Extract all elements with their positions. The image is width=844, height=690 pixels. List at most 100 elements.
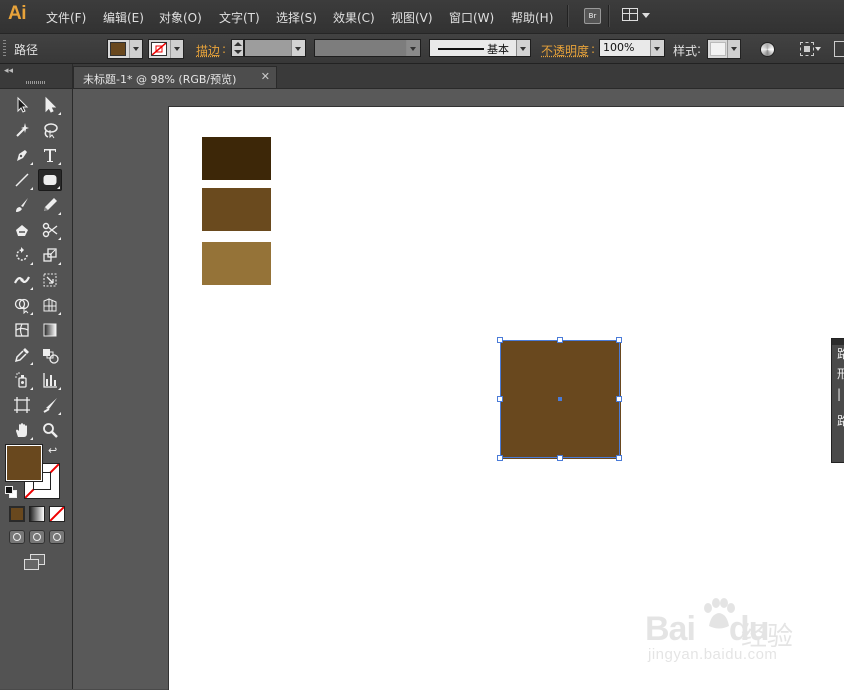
- align-to-selection-icon[interactable]: [800, 42, 814, 56]
- gradient-mode-button[interactable]: [29, 506, 45, 522]
- free-transform-tool[interactable]: [38, 269, 62, 291]
- stroke-weight-field[interactable]: [244, 39, 306, 57]
- dropdown-arrow: [291, 40, 305, 56]
- symbol-sprayer-tool[interactable]: [10, 369, 34, 391]
- collapsed-panel-dock[interactable]: 路 形 | 路: [831, 338, 844, 463]
- stroke-color-dropdown[interactable]: [148, 39, 184, 59]
- submenu-indicator: [30, 287, 33, 290]
- blob-brush-tool[interactable]: [10, 219, 34, 241]
- resize-handle-bottom-right[interactable]: [616, 455, 622, 461]
- menu-view[interactable]: 视图(V): [391, 9, 433, 26]
- panel-grip[interactable]: [3, 40, 6, 58]
- type-tool[interactable]: [38, 144, 62, 166]
- pen-nib-icon: [17, 150, 27, 161]
- dropdown-arrow: [129, 40, 142, 58]
- graphic-style-dropdown[interactable]: [707, 39, 741, 59]
- menu-effect[interactable]: 效果(C): [333, 9, 375, 26]
- selection-tool[interactable]: [10, 94, 34, 116]
- swatch-medium-brown[interactable]: [202, 188, 271, 231]
- menu-object[interactable]: 对象(O): [159, 9, 202, 26]
- stepper-down-icon: [234, 50, 242, 54]
- draw-inside-icon: [53, 533, 61, 541]
- watermark-url: jingyan.baidu.com: [648, 646, 778, 663]
- hand-tool[interactable]: [10, 419, 34, 441]
- resize-handle-bottom-left[interactable]: [497, 455, 503, 461]
- resize-handle-bottom[interactable]: [557, 455, 563, 461]
- submenu-indicator: [58, 162, 61, 165]
- gradient-tool[interactable]: [38, 319, 62, 341]
- fill-color-swatch: [110, 42, 126, 56]
- lasso-tool[interactable]: [38, 119, 62, 141]
- width-tool[interactable]: [10, 269, 34, 291]
- menu-file[interactable]: 文件(F): [46, 9, 86, 26]
- menu-type[interactable]: 文字(T): [219, 9, 260, 26]
- column-graph-tool[interactable]: [38, 369, 62, 391]
- magic-wand-tool[interactable]: [10, 119, 34, 141]
- menu-window[interactable]: 窗口(W): [449, 9, 494, 26]
- document-tab[interactable]: 未标题-1* @ 98% (RGB/预览) ✕: [73, 66, 277, 88]
- magnifier-icon: [43, 423, 58, 438]
- chevron-down-icon: [654, 47, 660, 51]
- none-slash-icon: [152, 43, 166, 55]
- swatch-dark-brown[interactable]: [202, 137, 271, 180]
- menu-edit[interactable]: 编辑(E): [103, 9, 144, 26]
- perspective-grid-tool[interactable]: [38, 294, 62, 316]
- scale-tool[interactable]: [38, 244, 62, 266]
- resize-handle-top-left[interactable]: [497, 337, 503, 343]
- resize-handle-right[interactable]: [616, 396, 622, 402]
- menu-select[interactable]: 选择(S): [276, 9, 317, 26]
- gradient-icon: [43, 323, 57, 337]
- app-logo: Ai: [8, 3, 27, 24]
- panel-grip[interactable]: [26, 81, 46, 84]
- pen-tool[interactable]: [10, 144, 34, 166]
- fill-color-swatch[interactable]: [5, 444, 43, 482]
- workspace-switcher-button[interactable]: [622, 8, 652, 24]
- panel-toggle-icon[interactable]: [834, 41, 844, 57]
- draw-normal-button[interactable]: [9, 530, 25, 544]
- close-icon[interactable]: ✕: [261, 70, 270, 83]
- style-label-colon: :: [697, 42, 702, 56]
- scissors-tool[interactable]: [38, 219, 62, 241]
- fill-color-dropdown[interactable]: [107, 39, 143, 59]
- artboard-tool[interactable]: [10, 394, 34, 416]
- color-mode-button[interactable]: [9, 506, 25, 522]
- rectangle-tool[interactable]: [38, 169, 62, 191]
- rotate-tool[interactable]: [10, 244, 34, 266]
- pencil-tool[interactable]: [38, 194, 62, 216]
- opacity-field[interactable]: 100%: [599, 39, 665, 57]
- paintbrush-tool[interactable]: [10, 194, 34, 216]
- none-mode-button[interactable]: [49, 506, 65, 522]
- collapse-panel-icon[interactable]: ◂◂: [4, 66, 13, 76]
- zoom-tool[interactable]: [38, 419, 62, 441]
- draw-behind-button[interactable]: [29, 530, 45, 544]
- chevron-down-icon[interactable]: [815, 47, 821, 51]
- submenu-indicator: [58, 262, 61, 265]
- blend-tool[interactable]: [38, 344, 62, 366]
- scissors-icon: [42, 222, 58, 238]
- slice-tool[interactable]: [38, 394, 62, 416]
- opacity-panel-link[interactable]: 不透明度: [541, 42, 589, 59]
- eyedropper-icon: [14, 348, 29, 363]
- resize-handle-top[interactable]: [557, 337, 563, 343]
- screen-mode-button[interactable]: [24, 554, 46, 570]
- stroke-panel-link[interactable]: 描边: [196, 42, 220, 59]
- direct-selection-tool[interactable]: [38, 94, 62, 116]
- recolor-artwork-icon[interactable]: [760, 42, 775, 57]
- resize-handle-top-right[interactable]: [616, 337, 622, 343]
- shape-builder-tool[interactable]: [10, 294, 34, 316]
- stroke-weight-stepper[interactable]: [231, 39, 244, 57]
- menu-help[interactable]: 帮助(H): [511, 9, 553, 26]
- chevron-down-icon: [174, 47, 180, 51]
- mesh-tool[interactable]: [10, 319, 34, 341]
- brush-definition-dropdown[interactable]: 基本: [429, 39, 531, 57]
- layout-grid-icon: [622, 8, 638, 21]
- default-fill-stroke-icon[interactable]: [5, 486, 17, 498]
- swap-fill-stroke-icon[interactable]: ↩: [48, 444, 57, 457]
- resize-handle-left[interactable]: [497, 396, 503, 402]
- eyedropper-tool[interactable]: [10, 344, 34, 366]
- bridge-button[interactable]: Br: [584, 8, 601, 24]
- swatch-light-brown[interactable]: [202, 242, 271, 285]
- draw-inside-button[interactable]: [49, 530, 65, 544]
- line-segment-tool[interactable]: [10, 169, 34, 191]
- variable-width-profile-dropdown[interactable]: [314, 39, 421, 57]
